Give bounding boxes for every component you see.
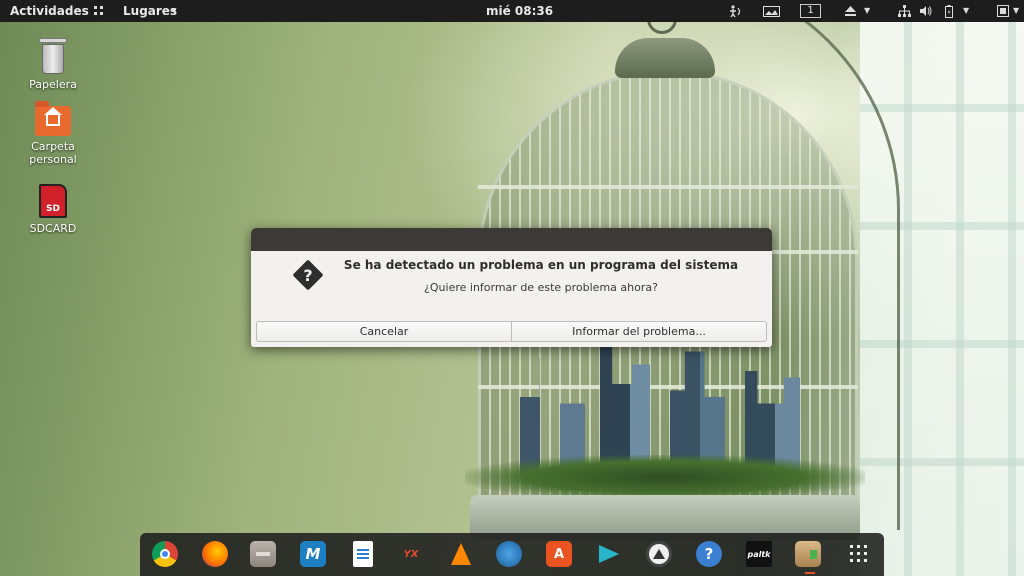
desktop-icon-label: SDCARD: [29, 222, 77, 235]
app-grid-icon[interactable]: [94, 6, 104, 16]
network-icon[interactable]: [898, 5, 911, 17]
wallpaper-cage-ring: [478, 185, 858, 189]
volume-icon[interactable]: [920, 6, 932, 16]
chevron-down-icon: ▼: [963, 6, 970, 15]
home-folder-icon: [35, 101, 71, 136]
software-updater-icon[interactable]: [646, 541, 672, 567]
desktop-icon-label: Papelera: [29, 78, 77, 91]
archive-manager-icon[interactable]: [795, 541, 821, 567]
wallpaper-cage-top: [615, 38, 715, 78]
dialog-message: ¿Quiere informar de este problema ahora?: [424, 281, 658, 294]
writer-icon[interactable]: [353, 541, 373, 567]
question-icon: ?: [293, 260, 323, 290]
display-icon[interactable]: [763, 6, 780, 17]
mendeley-icon[interactable]: M: [300, 541, 326, 567]
trash-icon: [39, 38, 67, 74]
show-apps-icon[interactable]: [846, 541, 872, 567]
inkscape-icon[interactable]: [496, 541, 522, 567]
help-icon[interactable]: ?: [696, 541, 722, 567]
desktop-icon-label: Carpeta: [31, 140, 75, 153]
file-manager-icon[interactable]: [250, 541, 276, 567]
desktop-icon-sdcard[interactable]: SD SDCARD: [8, 184, 98, 235]
chrome-icon[interactable]: [152, 541, 178, 567]
problem-report-dialog: ? Se ha detectado un problema en un prog…: [251, 228, 772, 347]
eject-icon[interactable]: [845, 6, 856, 16]
workspace-indicator[interactable]: 1: [800, 4, 821, 18]
wallpaper-greenery: [465, 455, 865, 500]
cancel-button[interactable]: Cancelar: [256, 321, 512, 342]
vlc-icon[interactable]: [448, 541, 474, 567]
paltalk-icon[interactable]: paltk: [746, 541, 772, 567]
cursor-app-icon[interactable]: [596, 541, 622, 567]
battery-icon[interactable]: [945, 5, 953, 18]
chevron-down-icon: ▾: [172, 6, 177, 16]
sd-card-icon: SD: [39, 184, 67, 218]
dialog-titlebar[interactable]: [251, 228, 772, 251]
desktop-icon-home[interactable]: Carpeta personal: [8, 101, 98, 166]
clock[interactable]: mié 08:36: [486, 0, 553, 22]
desktop-icon-trash[interactable]: Papelera: [8, 38, 98, 91]
dialog-title: Se ha detectado un problema en un progra…: [343, 258, 739, 272]
software-center-icon[interactable]: A: [546, 541, 572, 567]
desktop-icon-label: personal: [29, 153, 77, 166]
top-bar: Actividades Lugares ▾ mié 08:36 1 ▼ ▼ ▼: [0, 0, 1024, 22]
yx-app-icon[interactable]: YX: [398, 541, 424, 567]
svg-text:?: ?: [303, 266, 312, 285]
activities-button[interactable]: Actividades: [10, 0, 89, 22]
places-menu[interactable]: Lugares: [123, 0, 177, 22]
chevron-down-icon: ▼: [864, 6, 871, 15]
report-problem-button[interactable]: Informar del problema...: [511, 321, 767, 342]
firefox-icon[interactable]: [202, 541, 228, 567]
chevron-down-icon: ▼: [1013, 6, 1020, 15]
system-menu-icon[interactable]: [997, 5, 1009, 17]
accessibility-icon[interactable]: [728, 5, 742, 18]
running-indicator: [805, 572, 815, 574]
dock: M YX A ? paltk: [140, 533, 884, 576]
